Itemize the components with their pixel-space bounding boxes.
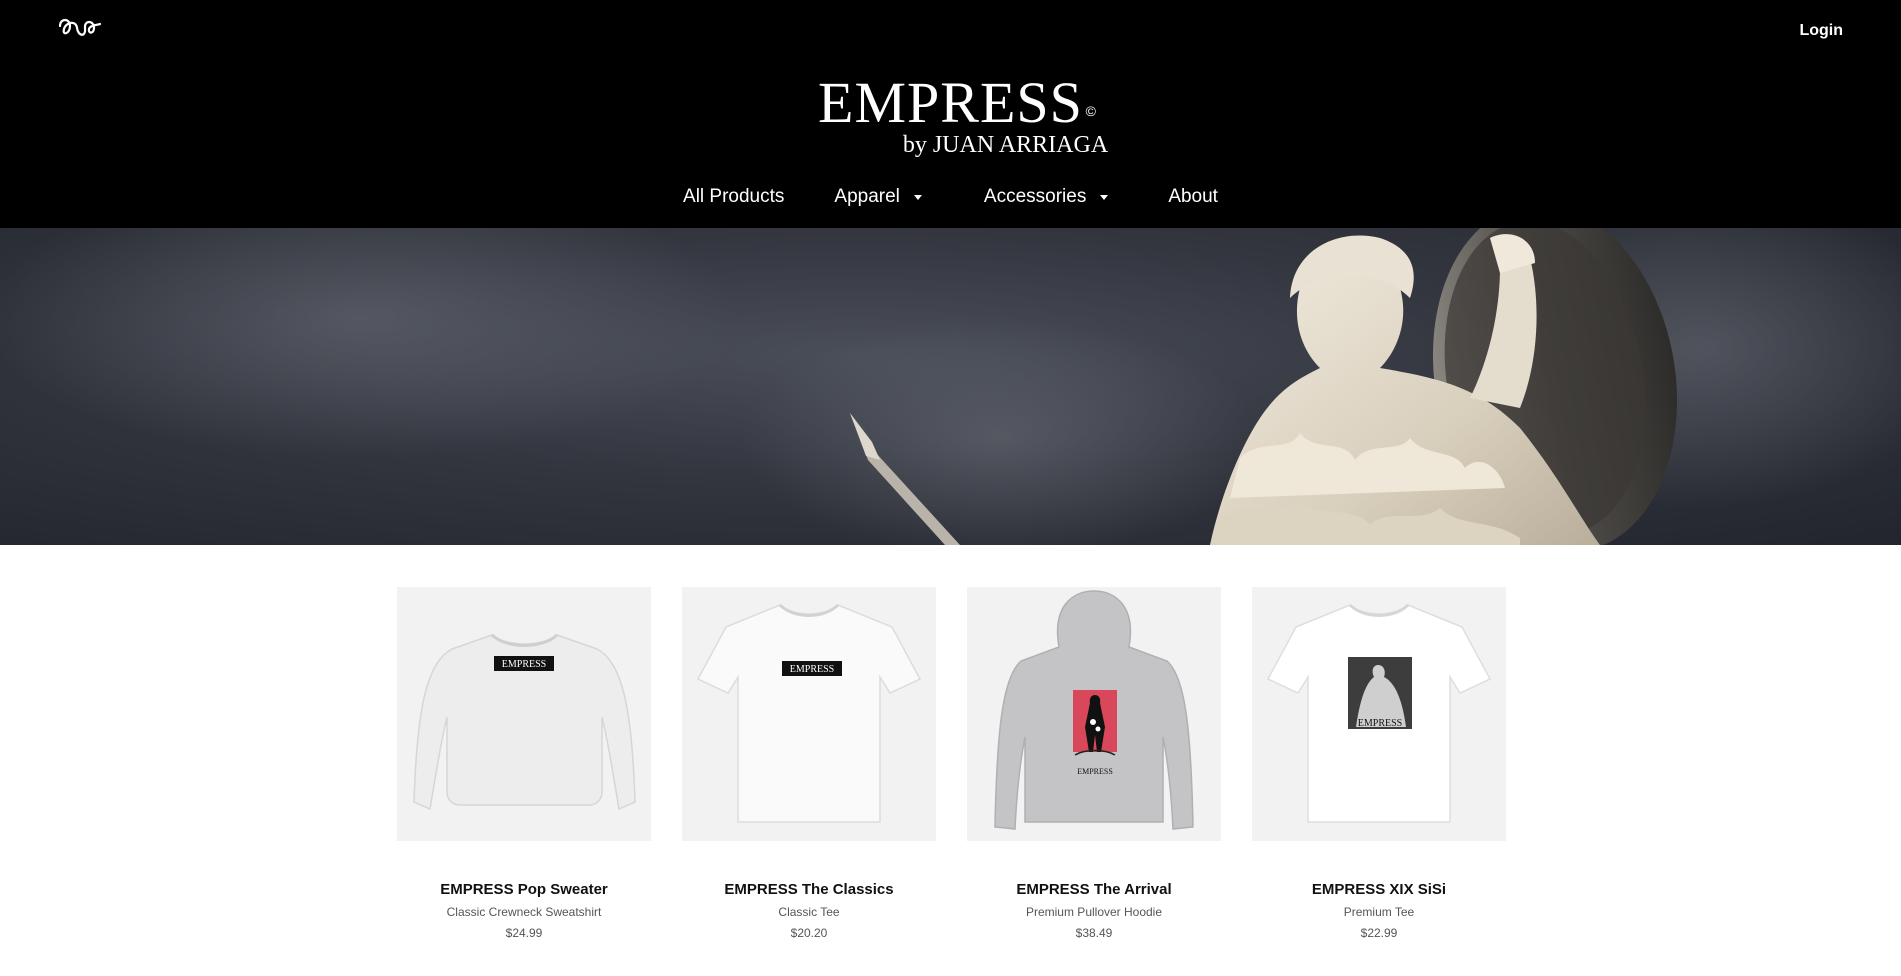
product-type: Premium Pullover Hoodie [1025,905,1163,919]
product-name[interactable]: EMPRESS The Arrival [967,881,1221,898]
nav-label: About [1168,186,1218,207]
product-type: Classic Crewneck Sweatshirt [446,905,602,919]
nav-about[interactable]: About [1168,186,1218,208]
hero-banner [0,228,1901,545]
product-type: Premium Tee [1343,905,1415,919]
product-name[interactable]: EMPRESS XIX SiSi [1252,881,1506,898]
product-card[interactable]: EMPRESS EMPRESS XIX SiSi Premium Tee $22… [1252,587,1506,940]
brand-title: EMPRESS © [818,74,1096,132]
print-text: EMPRESS [790,664,834,675]
nav-accessories[interactable]: Accessories [983,186,1109,208]
product-name[interactable]: EMPRESS The Classics [682,881,936,898]
product-price: $24.99 [505,926,543,940]
print-text: EMPRESS [1077,767,1113,776]
nav-label: Accessories [983,186,1087,207]
store-logo-icon[interactable] [58,16,102,42]
product-price: $38.49 [1075,926,1113,940]
site-header: Login EMPRESS © by JUAN ARRIAGA All Prod… [0,0,1901,228]
product-card[interactable]: EMPRESS EMPRESS The Classics Classic Tee… [682,587,936,940]
product-type: Classic Tee [778,905,840,919]
product-price: $20.20 [790,926,828,940]
product-image[interactable]: EMPRESS [967,587,1221,841]
product-image[interactable]: EMPRESS [1252,587,1506,841]
brand-subtitle: by JUAN ARRIAGA [902,132,1109,158]
product-image[interactable]: EMPRESS [397,587,651,841]
nav-apparel[interactable]: Apparel [834,186,922,208]
main-nav: All Products Apparel Accessories About [0,186,1901,208]
print-text: EMPRESS [502,659,546,670]
brand-title-text: EMPRESS [818,70,1083,135]
nav-label: All Products [683,186,785,207]
product-price: $22.99 [1360,926,1398,940]
brand-logo[interactable]: EMPRESS © by JUAN ARRIAGA [0,74,1901,159]
product-name[interactable]: EMPRESS Pop Sweater [397,881,651,898]
hoodie-image: EMPRESS [994,590,1194,830]
login-link[interactable]: Login [1799,22,1843,40]
tshirt-image: EMPRESS [696,603,922,823]
product-card[interactable]: EMPRESS EMPRESS The Arrival Premium Pull… [967,587,1221,940]
nav-label: Apparel [834,186,900,207]
print-text: EMPRESS [1358,718,1402,729]
nav-all-products[interactable]: All Products [683,186,784,208]
chevron-down-icon [913,194,922,200]
product-card[interactable]: EMPRESS EMPRESS Pop Sweater Classic Crew… [397,587,651,940]
copyright-mark: © [1085,103,1097,119]
tshirt-image: EMPRESS [1266,603,1492,823]
statue-hero-image [0,228,1901,545]
product-image[interactable]: EMPRESS [682,587,936,841]
chevron-down-icon [1100,194,1109,200]
sweatshirt-image: EMPRESS [413,633,636,811]
